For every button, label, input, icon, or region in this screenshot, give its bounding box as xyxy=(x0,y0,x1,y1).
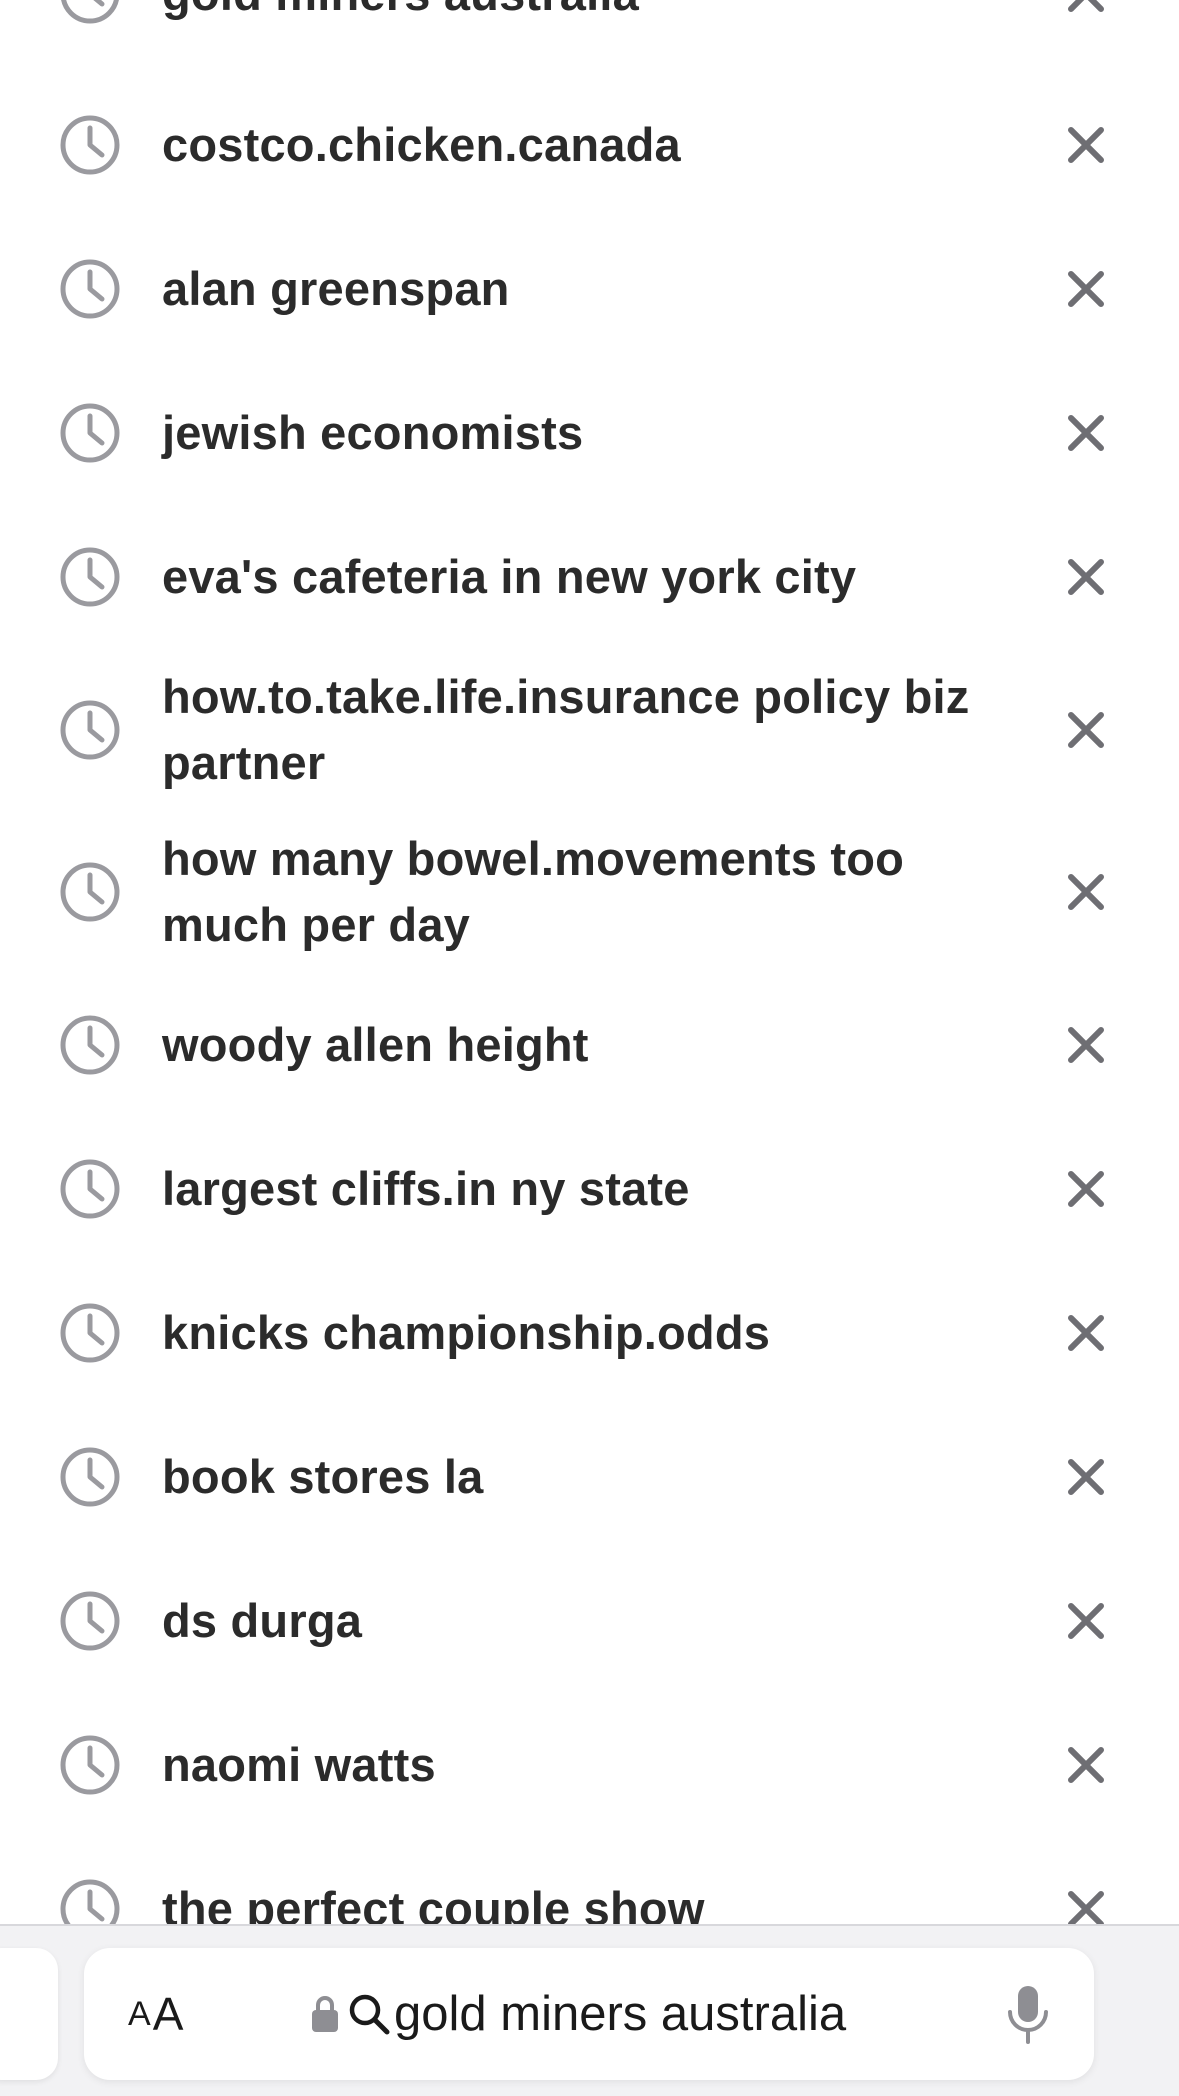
history-item[interactable]: how many bowel.movements too much per da… xyxy=(0,822,1179,962)
close-icon[interactable] xyxy=(1066,710,1106,750)
close-icon[interactable] xyxy=(1066,557,1106,597)
close-icon[interactable] xyxy=(1066,1601,1106,1641)
history-item-label: alan greenspan xyxy=(162,262,510,315)
previous-tab-preview[interactable] xyxy=(0,1948,58,2080)
history-item-label: naomi watts xyxy=(162,1738,436,1791)
clock-icon xyxy=(60,862,120,922)
history-item[interactable]: how.to.take.life.insurance policy biz pa… xyxy=(0,660,1179,800)
history-item-label: gold miners australia xyxy=(162,0,1002,27)
history-item[interactable]: naomi watts xyxy=(0,1710,1179,1820)
clock-icon xyxy=(60,115,120,175)
history-item-label: eva's cafeteria in new york city xyxy=(162,550,857,603)
history-item-label: how many bowel.movements too much per da… xyxy=(162,832,905,951)
close-icon[interactable] xyxy=(1066,1745,1106,1785)
close-icon[interactable] xyxy=(1066,1457,1106,1497)
history-item[interactable]: knicks championship.odds xyxy=(0,1278,1179,1388)
search-icon xyxy=(349,1994,390,2035)
address-text: gold miners australia xyxy=(394,1987,847,2041)
history-item-label: book stores la xyxy=(162,1450,484,1503)
close-icon[interactable] xyxy=(1066,1889,1106,1924)
history-item[interactable]: ds durga xyxy=(0,1566,1179,1676)
close-icon[interactable] xyxy=(1066,413,1106,453)
history-item-label: ds durga xyxy=(162,1594,363,1647)
history-item[interactable]: alan greenspan xyxy=(0,234,1179,344)
close-icon[interactable] xyxy=(1066,0,1106,14)
close-icon[interactable] xyxy=(1066,125,1106,165)
history-item-label: the perfect couple show xyxy=(162,1882,705,1924)
clock-icon xyxy=(60,1159,120,1219)
history-item[interactable]: gold miners australia xyxy=(0,0,1179,44)
history-item-label: woody allen height xyxy=(162,1018,589,1071)
history-item-label: jewish economists xyxy=(162,406,584,459)
search-history-list: gold miners australia costco.chicken.can… xyxy=(0,0,1179,1924)
clock-icon xyxy=(60,1735,120,1795)
reader-settings-big-a: A xyxy=(152,1988,184,2040)
clock-icon xyxy=(60,403,120,463)
clock-icon xyxy=(60,700,120,760)
address-bar-content[interactable]: gold miners australia xyxy=(310,1948,846,2080)
history-item[interactable]: eva's cafeteria in new york city xyxy=(0,522,1179,632)
reader-settings-button[interactable]: AA xyxy=(128,1948,183,2080)
history-item[interactable]: woody allen height xyxy=(0,990,1179,1100)
history-item[interactable]: the perfect couple show xyxy=(0,1854,1179,1924)
address-bar[interactable]: AA gold miners australia xyxy=(84,1948,1094,2080)
history-item-label: how.to.take.life.insurance policy biz pa… xyxy=(162,670,970,789)
close-icon[interactable] xyxy=(1066,1025,1106,1065)
history-item[interactable]: book stores la xyxy=(0,1422,1179,1532)
history-item[interactable]: costco.chicken.canada xyxy=(0,90,1179,200)
clock-icon xyxy=(60,1447,120,1507)
clock-icon xyxy=(60,259,120,319)
history-item-label: knicks championship.odds xyxy=(162,1306,771,1359)
history-item-label: costco.chicken.canada xyxy=(162,118,681,171)
history-item[interactable]: jewish economists xyxy=(0,378,1179,488)
lock-icon xyxy=(312,1996,338,2032)
clock-icon xyxy=(60,1879,120,1924)
clock-icon xyxy=(60,1303,120,1363)
history-item-label: largest cliffs.in ny state xyxy=(162,1162,690,1215)
microphone-icon[interactable] xyxy=(1006,1984,1050,2046)
close-icon[interactable] xyxy=(1066,1169,1106,1209)
clock-icon xyxy=(60,547,120,607)
close-icon[interactable] xyxy=(1066,872,1106,912)
history-item[interactable]: largest cliffs.in ny state xyxy=(0,1134,1179,1244)
clock-icon xyxy=(60,1591,120,1651)
close-icon[interactable] xyxy=(1066,269,1106,309)
close-icon[interactable] xyxy=(1066,1313,1106,1353)
bottom-toolbar: AA gold miners australia xyxy=(0,1924,1179,2096)
reader-settings-small-a: A xyxy=(128,1994,151,2033)
clock-icon xyxy=(61,0,119,24)
clock-icon xyxy=(60,1015,120,1075)
